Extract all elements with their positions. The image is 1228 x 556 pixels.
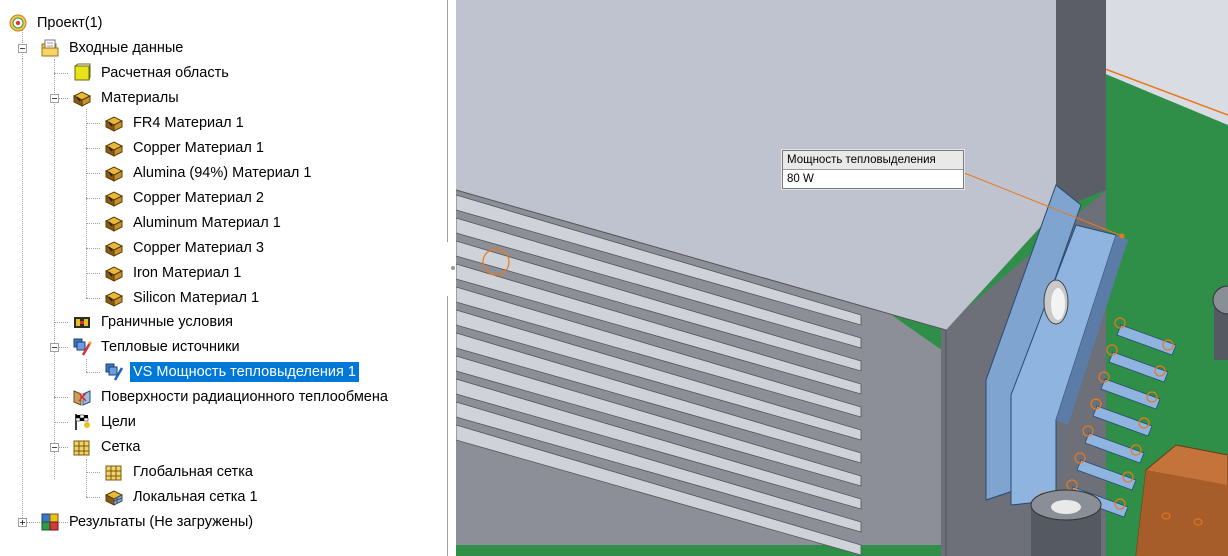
material-icon xyxy=(104,141,124,157)
tree-item-goals[interactable]: Цели xyxy=(72,410,139,434)
radiative-surfaces-icon xyxy=(73,390,91,406)
tree-item-mesh[interactable]: Сетка xyxy=(72,435,143,459)
tree-item-material[interactable]: Copper Материал 1 xyxy=(104,136,267,160)
heat-power-callout[interactable]: Мощность тепловыделения 80 W xyxy=(782,150,964,189)
computational-domain-icon xyxy=(74,63,91,81)
tree-item-label: Результаты (Не загружены) xyxy=(69,514,254,530)
tree-item-label: Silicon Материал 1 xyxy=(133,290,260,306)
expand-input-data-toggle[interactable] xyxy=(18,44,27,53)
goals-flag-icon xyxy=(75,414,90,430)
expand-mesh-toggle[interactable] xyxy=(50,443,59,452)
panel-splitter[interactable] xyxy=(446,0,456,556)
heat-sources-icon xyxy=(73,338,92,356)
results-icon xyxy=(41,513,59,531)
tree-item-label: Цели xyxy=(101,414,136,430)
tree-line xyxy=(22,59,23,526)
boundary-conditions-icon xyxy=(74,317,90,328)
global-mesh-icon xyxy=(105,465,122,481)
local-mesh-icon xyxy=(104,490,124,506)
mesh-icon xyxy=(73,440,90,456)
tree-item-radiative-surfaces[interactable]: Поверхности радиационного теплообмена xyxy=(72,385,391,409)
material-icon xyxy=(104,291,124,307)
tree-item-results[interactable]: Результаты (Не загружены) xyxy=(40,510,256,534)
tree-item-label: VS Мощность тепловыделения 1 xyxy=(130,362,359,382)
tree-item-label: Copper Материал 3 xyxy=(133,240,264,256)
graphics-viewport[interactable]: Мощность тепловыделения 80 W xyxy=(456,0,1228,556)
tree-item-material[interactable]: Iron Материал 1 xyxy=(104,261,244,285)
feature-tree: Проект(1) Входные данные Расчетная облас… xyxy=(0,0,446,556)
capacitor xyxy=(1030,489,1102,556)
callout-value: 80 W xyxy=(787,173,814,185)
tree-item-material[interactable]: FR4 Материал 1 xyxy=(104,111,247,135)
tree-item-label: Aluminum Материал 1 xyxy=(133,215,281,231)
volume-source-icon xyxy=(105,363,124,381)
tree-item-computational-domain[interactable]: Расчетная область xyxy=(72,61,232,85)
callout-caption: Мощность тепловыделения xyxy=(783,151,963,170)
tree-item-materials[interactable]: Материалы xyxy=(72,86,182,110)
expand-heat-sources-toggle[interactable] xyxy=(50,343,59,352)
tree-item-label: Copper Материал 2 xyxy=(133,190,264,206)
tree-item-label: Copper Материал 1 xyxy=(133,140,264,156)
tree-item-label: Материалы xyxy=(101,90,179,106)
tree-item-project[interactable]: Проект(1) xyxy=(8,11,105,35)
model-render xyxy=(456,0,1228,556)
tree-item-material[interactable]: Alumina (94%) Материал 1 xyxy=(104,161,314,185)
material-icon xyxy=(104,166,124,182)
material-icon xyxy=(104,191,124,207)
material-icon xyxy=(104,116,124,132)
splitter-handle[interactable] xyxy=(451,266,455,270)
tree-item-label: Поверхности радиационного теплообмена xyxy=(101,389,388,405)
material-icon xyxy=(104,216,124,232)
expand-materials-toggle[interactable] xyxy=(50,94,59,103)
tree-item-local-mesh[interactable]: Локальная сетка 1 xyxy=(104,485,261,509)
tree-item-label: FR4 Материал 1 xyxy=(133,115,244,131)
tree-item-label: Граничные условия xyxy=(101,314,234,330)
tree-item-material[interactable]: Silicon Материал 1 xyxy=(104,286,262,310)
tree-item-input-data[interactable]: Входные данные xyxy=(40,36,186,60)
tree-item-label: Iron Материал 1 xyxy=(133,265,242,281)
tree-item-label: Сетка xyxy=(101,439,141,455)
tree-item-global-mesh[interactable]: Глобальная сетка xyxy=(104,460,256,484)
tree-item-material[interactable]: Copper Материал 3 xyxy=(104,236,267,260)
tree-item-label: Alumina (94%) Материал 1 xyxy=(133,165,312,181)
tree-item-label: Входные данные xyxy=(69,40,184,56)
tree-item-label: Расчетная область xyxy=(101,65,229,81)
project-icon xyxy=(9,14,27,32)
tree-item-label: Тепловые источники xyxy=(101,339,240,355)
tree-item-material[interactable]: Aluminum Материал 1 xyxy=(104,211,284,235)
tree-item-boundary-conditions[interactable]: Граничные условия xyxy=(72,310,236,334)
tree-item-label: Проект(1) xyxy=(37,15,103,31)
callout-anchor xyxy=(1119,233,1125,239)
tree-item-heat-sources[interactable]: Тепловые источники xyxy=(72,335,243,359)
capacitor xyxy=(1212,285,1228,360)
material-icon xyxy=(104,241,124,257)
material-icon xyxy=(104,266,124,282)
tree-item-material[interactable]: Copper Материал 2 xyxy=(104,186,267,210)
materials-icon xyxy=(72,91,92,107)
expand-results-toggle[interactable] xyxy=(18,518,27,527)
input-data-folder-icon xyxy=(41,39,59,57)
tree-item-label: Глобальная сетка xyxy=(133,464,253,480)
tree-item-label: Локальная сетка 1 xyxy=(133,489,258,505)
tree-item-heat-source[interactable]: VS Мощность тепловыделения 1 xyxy=(104,360,359,384)
